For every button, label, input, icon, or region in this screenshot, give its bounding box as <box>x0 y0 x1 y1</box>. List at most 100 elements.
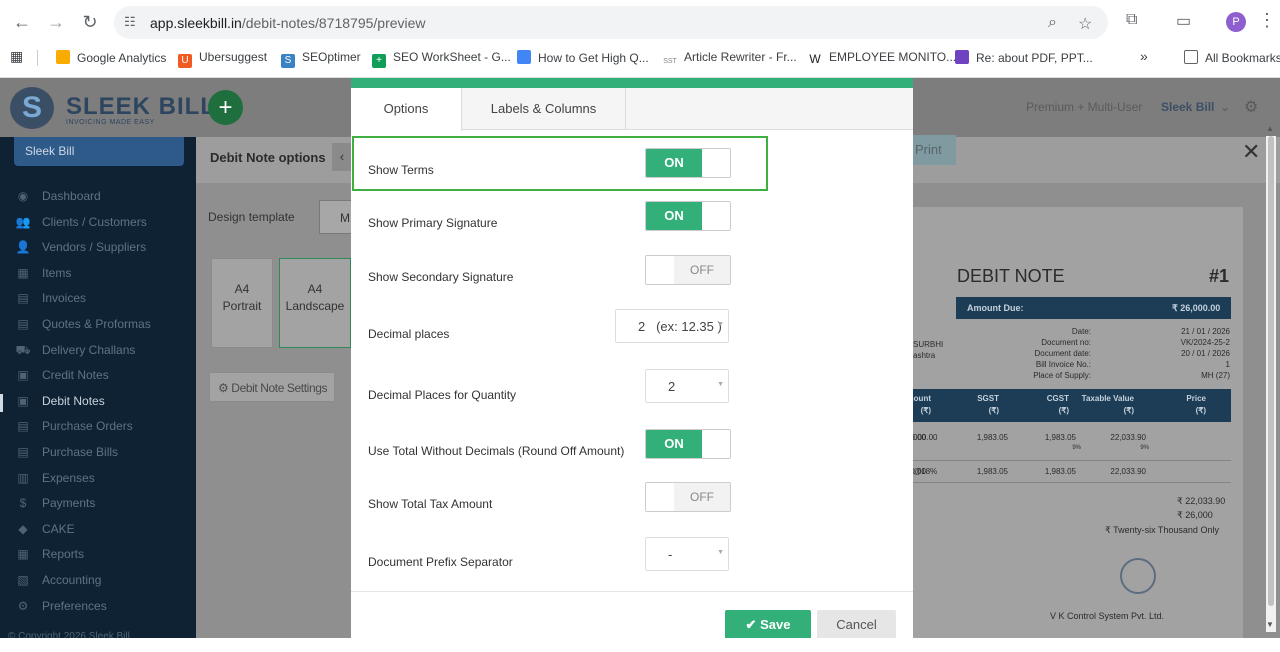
show-secondary-signature-toggle[interactable]: OFF <box>645 255 731 285</box>
sidebar-item-purchase-bills[interactable]: ▤ Purchase Bills <box>14 445 118 465</box>
tab-labels-columns[interactable]: Labels & Columns <box>462 88 626 130</box>
sidebar-item-clients-customers[interactable]: 👥 Clients / Customers <box>14 215 147 235</box>
cast-icon[interactable]: ▭ <box>1176 11 1191 31</box>
gear-icon[interactable]: ⚙ <box>1244 97 1258 117</box>
template-a4-landscape[interactable]: A4 Landscape <box>279 258 351 348</box>
sidebar-item-label: Payments <box>42 496 96 511</box>
select-value: 2 (ex: 12.35 ) <box>638 319 722 334</box>
plan-label: Premium + Multi-User <box>1026 100 1143 114</box>
chevron-down-icon: ▼ <box>717 549 724 556</box>
sidebar-item-expenses[interactable]: ▥ Expenses <box>14 471 94 491</box>
sidebar-item-payments[interactable]: $ Payments <box>14 496 96 516</box>
sidebar-item-icon: ◉ <box>17 189 29 203</box>
sidebar-item-credit-notes[interactable]: ▣ Credit Notes <box>14 368 108 388</box>
chevron-left-icon[interactable]: ‹ <box>332 143 352 171</box>
decimal-places-select[interactable]: 2 (ex: 12.35 ) ▼ <box>615 309 729 343</box>
amount-due-value: ₹ 26,000.00 <box>1172 303 1221 313</box>
bookmark-1[interactable]: U Ubersuggest <box>178 50 267 68</box>
bookmark-3[interactable]: + SEO WorkSheet - G... <box>372 50 511 68</box>
site-settings-icon[interactable]: ☷ <box>124 14 136 30</box>
chevron-down-icon: ▼ <box>717 381 724 388</box>
options-modal: Options Labels & Columns Show Terms ON Sho… <box>351 78 913 640</box>
sidebar-item-items[interactable]: ▦ Items <box>14 266 71 286</box>
sidebar-item-dashboard[interactable]: ◉ Dashboard <box>14 189 101 209</box>
save-button[interactable]: ✔ Save <box>725 610 811 640</box>
apps-icon[interactable]: ▦ <box>10 48 23 65</box>
select-value: - <box>668 547 673 562</box>
table-cell: 1,983.05 <box>1044 433 1076 442</box>
browser-chrome: ← → ↻ ☷ app.sleekbill.in/debit-notes/871… <box>0 0 1280 78</box>
table-cell: 22,033.90 <box>1110 467 1146 476</box>
debit-note-settings-button[interactable]: ⚙ Debit Note Settings <box>209 372 335 402</box>
scroll-up-icon[interactable]: ▲ <box>1266 124 1274 133</box>
bookmark-label: Article Rewriter - Fr... <box>684 50 797 64</box>
bookmark-4[interactable]: How to Get High Q... <box>517 50 649 65</box>
table-header-cell: (₹) <box>988 406 999 415</box>
sidebar-item-purchase-orders[interactable]: ▤ Purchase Orders <box>14 419 132 439</box>
document-prefix-separator-select[interactable]: - ▼ <box>645 537 729 571</box>
print-button[interactable]: Print <box>908 135 956 165</box>
sidebar-item-accounting[interactable]: ▧ Accounting <box>14 573 101 593</box>
bookmark-star-icon[interactable]: ☆ <box>1078 14 1092 34</box>
close-icon[interactable]: ✕ <box>1242 139 1260 165</box>
toggle-state: OFF <box>674 483 730 511</box>
doc-meta-label: Place of Supply: <box>1033 371 1091 380</box>
bookmark-2[interactable]: S SEOptimer <box>281 50 361 68</box>
sidebar-item-label: Quotes & Proformas <box>42 317 151 331</box>
bookmark-label: EMPLOYEE MONITO... <box>829 50 957 64</box>
use-total-without-decimals-round-off-amount-toggle[interactable]: ON <box>645 429 731 459</box>
tab-options[interactable]: Options <box>351 88 462 131</box>
cancel-button[interactable]: Cancel <box>817 610 896 640</box>
address-bar[interactable]: ☷ app.sleekbill.in/debit-notes/8718795/p… <box>114 6 1108 39</box>
sidebar-item-preferences[interactable]: ⚙ Preferences <box>14 599 107 619</box>
table-header-cell: SGST <box>977 394 999 403</box>
save-label: Save <box>760 617 791 632</box>
show-primary-signature-toggle[interactable]: ON <box>645 201 731 231</box>
chevron-down-icon[interactable]: ⌄ <box>1220 100 1230 114</box>
zoom-icon[interactable]: ⌕ <box>1048 14 1057 32</box>
menu-icon[interactable]: ⋮ <box>1258 10 1276 31</box>
scroll-down-icon[interactable]: ▼ <box>1266 620 1274 629</box>
table-header-bar <box>913 389 1231 422</box>
bookmark-6[interactable]: W EMPLOYEE MONITO... <box>808 50 956 66</box>
bookmark-7[interactable]: Re: about PDF, PPT... <box>955 50 1093 65</box>
back-icon[interactable]: ← <box>10 10 34 34</box>
decimal-places-for-quantity-select[interactable]: 2 ▼ <box>645 369 729 403</box>
account-menu[interactable]: Sleek Bill <box>1161 100 1214 114</box>
sidebar-item-icon: ▧ <box>17 573 29 587</box>
bookmark-0[interactable]: Google Analytics <box>56 50 166 65</box>
profile-avatar[interactable]: P <box>1226 12 1246 32</box>
doc-meta-value: 20 / 01 / 2026 <box>1181 349 1230 358</box>
bookmark-5[interactable]: SST Article Rewriter - Fr... <box>663 50 797 69</box>
employee-monitor-icon: W <box>808 52 822 66</box>
sidebar-item-icon: ⛟ <box>15 342 31 357</box>
toggle-knob <box>646 483 674 511</box>
forward-icon[interactable]: → <box>44 10 68 34</box>
show-total-tax-amount-toggle[interactable]: OFF <box>645 482 731 512</box>
sidebar-user[interactable]: Sleek Bill <box>14 137 184 166</box>
sidebar-item-icon: ⚙ <box>17 598 29 613</box>
sidebar-item-cake[interactable]: ◆ CAKE <box>14 522 74 542</box>
sidebar-item-icon: 👤 <box>15 240 31 255</box>
show-terms-toggle[interactable]: ON <box>645 148 731 178</box>
sidebar-item-delivery-challans[interactable]: ⛟ Delivery Challans <box>14 343 135 363</box>
sidebar-item-invoices[interactable]: ▤ Invoices <box>14 291 86 311</box>
sidebar-item-vendors-suppliers[interactable]: 👤 Vendors / Suppliers <box>14 240 147 260</box>
sidebar-item-reports[interactable]: ▦ Reports <box>14 547 84 567</box>
sidebar-item-debit-notes[interactable]: ▣ Debit Notes <box>0 393 105 414</box>
add-new-button[interactable]: + <box>208 90 243 125</box>
show-primary-signature-label: Show Primary Signature <box>368 216 498 230</box>
all-bookmarks[interactable]: All Bookmarks <box>1184 50 1280 65</box>
template-a4-portrait[interactable]: A4 Portrait <box>211 258 273 348</box>
check-icon: ✔ <box>745 617 761 632</box>
scrollbar-thumb[interactable] <box>1268 136 1274 606</box>
page-scrollbar[interactable]: ▲ ▼ <box>1266 124 1276 632</box>
bookmark-label: Ubersuggest <box>199 50 268 64</box>
bookmark-label: Google Analytics <box>77 51 167 65</box>
doc-meta-value: VK/2024-25-2 <box>1180 338 1230 347</box>
reload-icon[interactable]: ↻ <box>78 10 102 34</box>
more-bookmarks-icon[interactable]: » <box>1140 48 1148 64</box>
logo[interactable]: S SLEEK BILL INVOICING MADE EASY <box>10 87 215 129</box>
extensions-icon[interactable]: ⧉ <box>1126 11 1137 29</box>
sidebar-item-quotes-proformas[interactable]: ▤ Quotes & Proformas <box>14 317 151 337</box>
